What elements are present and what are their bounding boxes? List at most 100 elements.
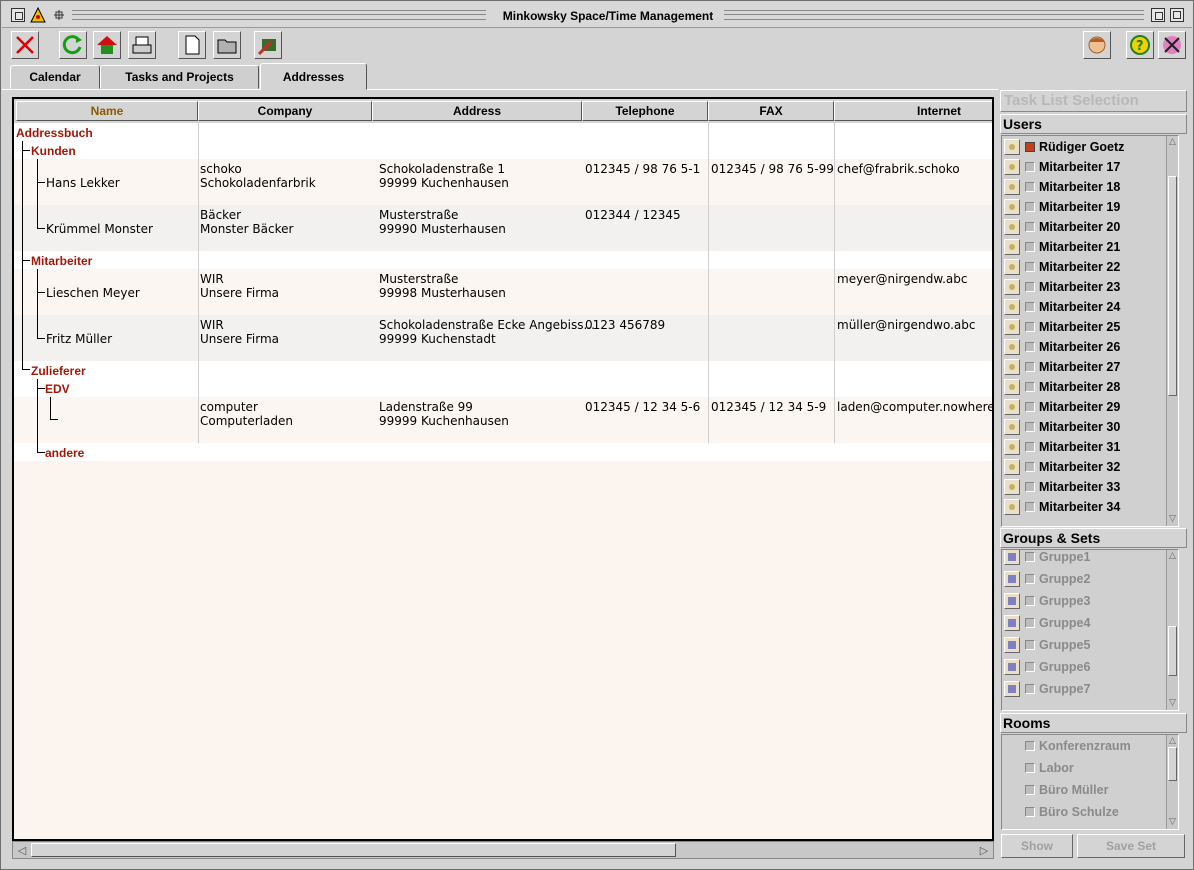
contact-internet[interactable]: meyer@nirgendw.abc (837, 272, 967, 286)
pin-icon[interactable] (51, 7, 67, 23)
user-item[interactable]: Mitarbeiter 27 (1002, 357, 1168, 377)
user-item[interactable]: Mitarbeiter 28 (1002, 377, 1168, 397)
selection-checkbox[interactable] (1025, 684, 1035, 694)
show-button[interactable]: Show (1001, 834, 1073, 858)
scroll-down-icon[interactable]: ▽ (1167, 514, 1178, 525)
selection-checkbox[interactable] (1025, 596, 1035, 606)
tree-row[interactable] (14, 123, 992, 159)
selection-checkbox[interactable] (1025, 741, 1035, 751)
selection-checkbox[interactable] (1025, 422, 1035, 432)
scroll-down-icon[interactable]: ▽ (1167, 817, 1178, 828)
selection-checkbox[interactable] (1025, 382, 1035, 392)
selection-checkbox[interactable] (1025, 502, 1035, 512)
horizontal-scroll-thumb[interactable] (31, 843, 676, 857)
selection-checkbox[interactable] (1025, 342, 1035, 352)
contact-name[interactable]: Hans Lekker (46, 176, 120, 190)
scroll-left-icon[interactable]: ◁ (14, 843, 30, 857)
selection-checkbox[interactable] (1025, 142, 1035, 152)
user-item[interactable]: Mitarbeiter 25 (1002, 317, 1168, 337)
selection-checkbox[interactable] (1025, 763, 1035, 773)
user-item[interactable]: Mitarbeiter 30 (1002, 417, 1168, 437)
room-item[interactable]: Konferenzraum (1002, 736, 1168, 756)
user-item[interactable]: Mitarbeiter 26 (1002, 337, 1168, 357)
column-header-company[interactable]: Company (198, 101, 372, 121)
tree-group-mitarbeiter[interactable]: Mitarbeiter (31, 254, 92, 268)
rooms-scrollbar[interactable]: △ ▽ (1166, 735, 1178, 829)
tab-tasks-and-projects[interactable]: Tasks and Projects (100, 65, 259, 89)
window-menu-icon[interactable] (11, 8, 25, 22)
close-button[interactable] (11, 31, 39, 59)
new-document-button[interactable] (178, 31, 206, 59)
contact-name[interactable]: Fritz Müller (46, 332, 112, 346)
selection-checkbox[interactable] (1025, 362, 1035, 372)
groups-scroll-thumb[interactable] (1168, 626, 1177, 676)
export-button[interactable] (254, 31, 282, 59)
user-item[interactable]: Mitarbeiter 20 (1002, 217, 1168, 237)
group-item[interactable]: Gruppe5 (1002, 635, 1168, 655)
scroll-up-icon[interactable]: △ (1167, 551, 1178, 562)
about-button[interactable] (1158, 31, 1186, 59)
tree-group-zulieferer[interactable]: Zulieferer (31, 364, 86, 378)
user-item[interactable]: Mitarbeiter 32 (1002, 457, 1168, 477)
column-header-internet[interactable]: Internet (834, 101, 992, 121)
column-header-telephone[interactable]: Telephone (582, 101, 708, 121)
user-item[interactable]: Mitarbeiter 23 (1002, 277, 1168, 297)
minimize-icon[interactable] (1151, 8, 1165, 22)
contact-internet[interactable]: müller@nirgendwo.abc (837, 318, 976, 332)
room-item[interactable]: Labor (1002, 758, 1168, 778)
user-item[interactable]: Mitarbeiter 29 (1002, 397, 1168, 417)
contact-name[interactable]: Krümmel Monster (46, 222, 153, 236)
open-folder-button[interactable] (213, 31, 241, 59)
selection-checkbox[interactable] (1025, 482, 1035, 492)
selection-checkbox[interactable] (1025, 282, 1035, 292)
horizontal-scrollbar[interactable]: ◁ ▷ (12, 841, 994, 859)
selection-checkbox[interactable] (1025, 222, 1035, 232)
selection-checkbox[interactable] (1025, 785, 1035, 795)
maximize-icon[interactable] (1170, 8, 1184, 22)
user-item[interactable]: Mitarbeiter 24 (1002, 297, 1168, 317)
selection-checkbox[interactable] (1025, 202, 1035, 212)
contact-name[interactable]: Lieschen Meyer (46, 286, 140, 300)
scroll-down-icon[interactable]: ▽ (1167, 698, 1178, 709)
tree-group-kunden[interactable]: Kunden (31, 144, 76, 158)
selection-checkbox[interactable] (1025, 462, 1035, 472)
selection-checkbox[interactable] (1025, 807, 1035, 817)
selection-checkbox[interactable] (1025, 640, 1035, 650)
column-header-address[interactable]: Address (372, 101, 582, 121)
column-header-name[interactable]: Name (16, 101, 198, 121)
selection-checkbox[interactable] (1025, 322, 1035, 332)
room-item[interactable]: Büro Schulze (1002, 802, 1168, 822)
user-item[interactable]: Mitarbeiter 18 (1002, 177, 1168, 197)
selection-checkbox[interactable] (1025, 402, 1035, 412)
user-item[interactable]: Mitarbeiter 21 (1002, 237, 1168, 257)
home-button[interactable] (93, 31, 121, 59)
refresh-button[interactable] (59, 31, 87, 59)
users-scroll-thumb[interactable] (1168, 176, 1177, 396)
rooms-list[interactable]: Konferenzraum Labor Büro Müller Büro Schulz… (1001, 734, 1179, 830)
selection-checkbox[interactable] (1025, 574, 1035, 584)
user-item[interactable]: Mitarbeiter 22 (1002, 257, 1168, 277)
tree-group-addressbuch[interactable]: Addressbuch (16, 126, 93, 140)
tree-group-edv[interactable]: EDV (45, 382, 70, 396)
group-item[interactable]: Gruppe6 (1002, 657, 1168, 677)
selection-checkbox[interactable] (1025, 182, 1035, 192)
rooms-scroll-thumb[interactable] (1168, 747, 1177, 781)
user-item[interactable]: Mitarbeiter 34 (1002, 497, 1168, 517)
selection-checkbox[interactable] (1025, 662, 1035, 672)
scroll-up-icon[interactable]: △ (1167, 137, 1178, 148)
group-item[interactable]: Gruppe1 (1002, 550, 1168, 567)
tree-row[interactable] (14, 361, 992, 397)
print-button[interactable] (128, 31, 156, 59)
tree-group-andere[interactable]: andere (45, 446, 84, 460)
user-item[interactable]: Mitarbeiter 31 (1002, 437, 1168, 457)
user-item[interactable]: Mitarbeiter 33 (1002, 477, 1168, 497)
column-header-fax[interactable]: FAX (708, 101, 834, 121)
user-item[interactable]: Mitarbeiter 19 (1002, 197, 1168, 217)
groups-list[interactable]: Gruppe1 Gruppe2 Gruppe3 Gruppe4 Gruppe5 Grupp… (1001, 549, 1179, 711)
group-item[interactable]: Gruppe4 (1002, 613, 1168, 633)
help-button[interactable]: ? (1126, 31, 1154, 59)
selection-checkbox[interactable] (1025, 302, 1035, 312)
selection-checkbox[interactable] (1025, 162, 1035, 172)
selection-checkbox[interactable] (1025, 442, 1035, 452)
groups-scrollbar[interactable]: △ ▽ (1166, 550, 1178, 710)
